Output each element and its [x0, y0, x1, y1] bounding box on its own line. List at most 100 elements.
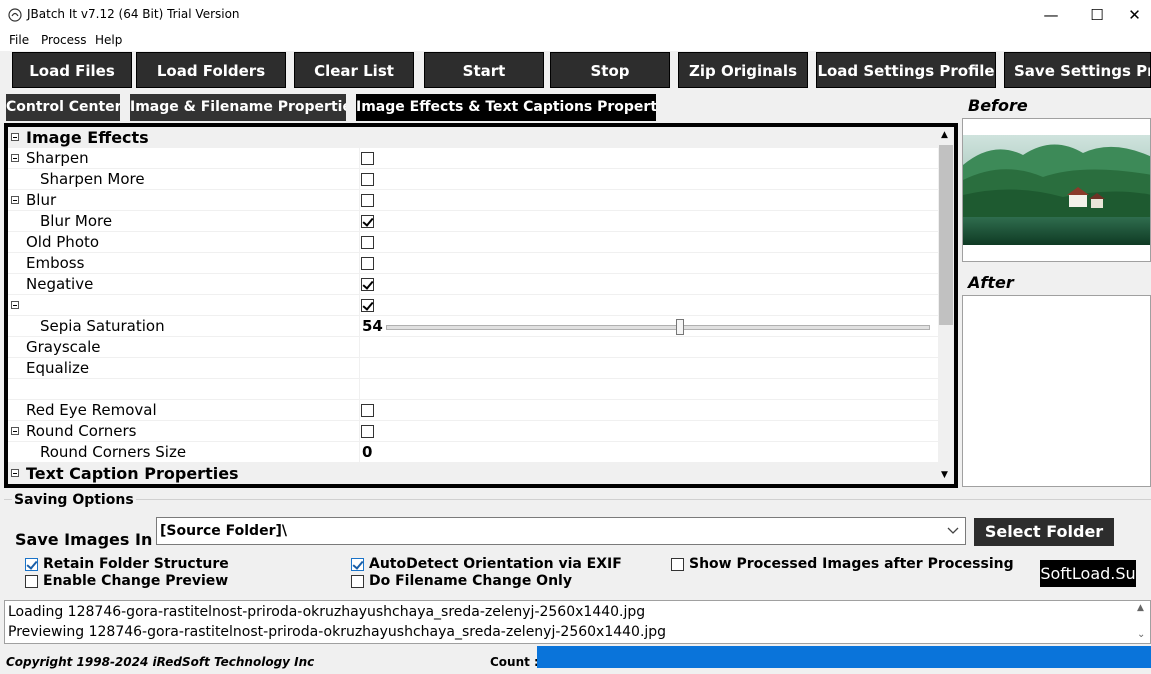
menu-file[interactable]: File	[9, 33, 29, 47]
grid-row-value[interactable]: 0	[362, 442, 372, 463]
grid-row[interactable]: Emboss	[8, 253, 938, 274]
menu-process[interactable]: Process	[41, 33, 87, 47]
load-folders-button[interactable]: Load Folders	[136, 52, 286, 88]
collapse-icon[interactable]	[11, 301, 19, 309]
grid-row[interactable]: Grayscale	[8, 337, 938, 358]
select-folder-button[interactable]: Select Folder	[974, 518, 1114, 546]
grid-row-checkbox[interactable]	[361, 152, 374, 165]
grid-row-label: Negative	[26, 275, 94, 293]
autodetect-orientation-checkbox[interactable]	[351, 558, 364, 571]
grid-row[interactable]	[8, 295, 938, 316]
grid-divider	[359, 358, 360, 379]
property-grid: Image Effects Sharpen Sharpen More Blur Blur…	[8, 127, 938, 484]
close-button[interactable]: ✕	[1118, 0, 1151, 31]
load-settings-profile-button[interactable]: Load Settings Profile	[816, 52, 996, 88]
scroll-down-icon[interactable]: ⌄	[1137, 629, 1145, 640]
grid-row-label: Image Effects	[26, 128, 149, 147]
minimize-button[interactable]: —	[1028, 0, 1074, 31]
grid-row-checkbox[interactable]	[361, 257, 374, 270]
window-title: JBatch It v7.12 (64 Bit) Trial Version	[27, 7, 240, 21]
sepia-slider-track[interactable]	[386, 325, 930, 330]
grid-row-checkbox[interactable]	[361, 404, 374, 417]
grid-row-label: Equalize	[26, 359, 90, 377]
collapse-icon[interactable]	[11, 469, 19, 477]
grid-row-label: Round Corners Size	[40, 443, 187, 461]
grid-category-row[interactable]: Text Caption Properties	[8, 463, 938, 484]
sepia-slider-thumb[interactable]	[676, 319, 684, 335]
grid-row-label: Sharpen More	[40, 170, 145, 188]
enable-change-preview-label: Enable Change Preview	[43, 573, 229, 589]
scrollbar-thumb[interactable]	[939, 145, 953, 325]
grid-row[interactable]: Sepia Saturation 54	[8, 316, 938, 337]
app-icon	[8, 8, 22, 22]
grid-divider	[359, 379, 360, 400]
log-list[interactable]: Loading 128746-gora-rastitelnost-priroda…	[4, 600, 1151, 644]
landscape-image	[963, 135, 1150, 245]
folder-combo[interactable]: [Source Folder]\	[156, 517, 966, 545]
grid-row[interactable]: Equalize	[8, 358, 938, 379]
save-settings-profile-button[interactable]: Save Settings Prof	[1004, 52, 1151, 88]
clear-list-button[interactable]: Clear List	[294, 52, 414, 88]
grid-row[interactable]: Round Corners Size 0	[8, 442, 938, 463]
grid-category-row[interactable]: Image Effects	[8, 127, 938, 148]
after-preview	[962, 295, 1151, 487]
grid-row[interactable]: Sharpen More	[8, 169, 938, 190]
retain-folder-structure-checkbox[interactable]	[25, 558, 38, 571]
grid-divider	[359, 148, 360, 169]
grid-row[interactable]: Blur	[8, 190, 938, 211]
grid-divider	[359, 337, 360, 358]
grid-row-label: Blur More	[40, 212, 113, 230]
scroll-up-icon[interactable]: ▲	[941, 131, 948, 140]
progress-bar	[537, 646, 1151, 668]
grid-row-checkbox[interactable]	[361, 215, 374, 228]
maximize-button[interactable]: ☐	[1074, 0, 1120, 31]
collapse-icon[interactable]	[11, 133, 19, 141]
grid-row[interactable]: Red Eye Removal	[8, 400, 938, 421]
autodetect-orientation-label: AutoDetect Orientation via EXIF	[369, 556, 622, 572]
grid-row-checkbox[interactable]	[361, 425, 374, 438]
scroll-down-icon[interactable]: ▼	[941, 471, 948, 480]
after-title: After	[968, 273, 1014, 292]
tab-image-effects-text-captions[interactable]: Image Effects & Text Captions Properties	[356, 94, 656, 121]
retain-folder-structure-label: Retain Folder Structure	[43, 556, 229, 572]
grid-row-label: Red Eye Removal	[26, 401, 157, 419]
grid-row-checkbox[interactable]	[361, 299, 374, 312]
filename-change-only-checkbox[interactable]	[351, 575, 364, 588]
show-processed-checkbox[interactable]	[671, 558, 684, 571]
grid-row[interactable]: Negative	[8, 274, 938, 295]
grid-divider	[359, 232, 360, 253]
grid-row[interactable]	[8, 379, 938, 400]
tab-image-filename-properties[interactable]: Image & Filename Properties	[130, 94, 346, 121]
collapse-icon[interactable]	[11, 154, 19, 162]
grid-row-checkbox[interactable]	[361, 236, 374, 249]
grid-row[interactable]: Blur More	[8, 211, 938, 232]
grid-row-label: Round Corners	[26, 422, 137, 440]
grid-row[interactable]: Sharpen	[8, 148, 938, 169]
menu-help[interactable]: Help	[95, 33, 122, 47]
grid-row-label: Emboss	[26, 254, 85, 272]
enable-change-preview-checkbox[interactable]	[25, 575, 38, 588]
collapse-icon[interactable]	[11, 196, 19, 204]
grid-row-checkbox[interactable]	[361, 278, 374, 291]
grid-row-value[interactable]: 54	[362, 316, 383, 337]
log-line: Previewing 128746-gora-rastitelnost-prir…	[8, 624, 667, 640]
tab-control-center[interactable]: Control Center	[6, 94, 120, 121]
stop-button[interactable]: Stop	[550, 52, 670, 88]
scroll-up-icon[interactable]: ▲	[1137, 603, 1144, 613]
grid-divider	[359, 190, 360, 211]
grid-divider	[359, 421, 360, 442]
start-button[interactable]: Start	[424, 52, 544, 88]
grid-scrollbar[interactable]: ▲ ▼	[938, 127, 954, 484]
log-line: Loading 128746-gora-rastitelnost-priroda…	[8, 604, 646, 620]
collapse-icon[interactable]	[11, 427, 19, 435]
grid-row[interactable]: Old Photo	[8, 232, 938, 253]
filename-change-only-label: Do Filename Change Only	[369, 573, 572, 589]
watermark-badge: SoftLoad.Su	[1040, 560, 1136, 587]
grid-row-checkbox[interactable]	[361, 173, 374, 186]
chevron-down-icon[interactable]	[947, 527, 959, 535]
zip-originals-button[interactable]: Zip Originals	[678, 52, 808, 88]
grid-row-label: Grayscale	[26, 338, 101, 356]
load-files-button[interactable]: Load Files	[12, 52, 132, 88]
grid-row[interactable]: Round Corners	[8, 421, 938, 442]
grid-row-checkbox[interactable]	[361, 194, 374, 207]
